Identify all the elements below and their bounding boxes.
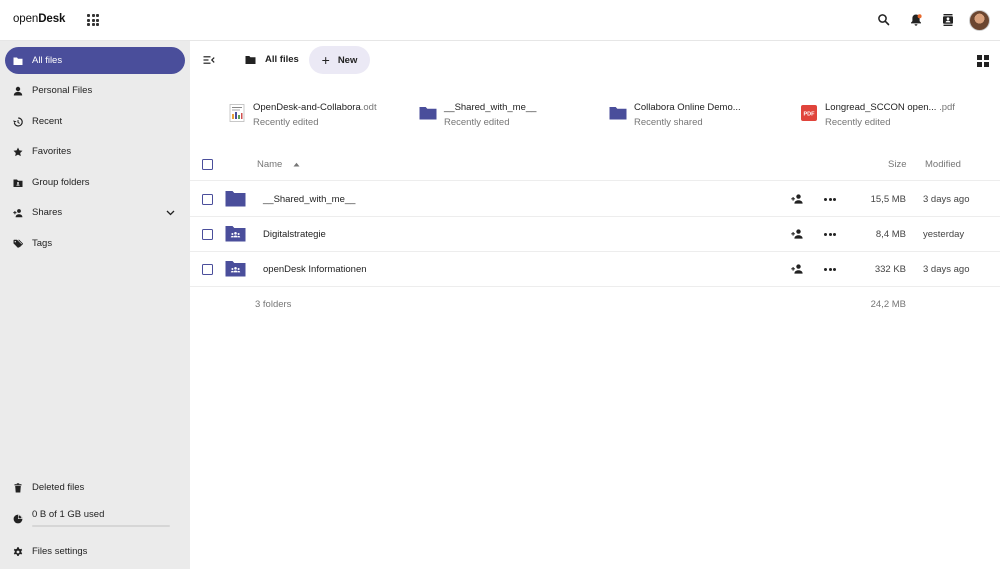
pdf-icon: PDF: [801, 105, 817, 121]
table-summary: 3 folders 24,2 MB: [190, 287, 1000, 312]
tag-icon: [13, 239, 23, 249]
file-name[interactable]: __Shared_with_me__: [263, 194, 355, 205]
breadcrumb[interactable]: All files: [245, 54, 299, 65]
chevron-down-icon[interactable]: [166, 208, 175, 219]
share-icon: [13, 208, 23, 218]
star-icon: [13, 147, 23, 157]
column-header-name[interactable]: Name: [257, 159, 300, 170]
svg-text:PDF: PDF: [804, 112, 816, 118]
recent-file-name: OpenDesk-and-Collabora.odt: [253, 102, 377, 113]
file-modified: yesterday: [923, 229, 965, 240]
quota-label: 0 B of 1 GB used: [32, 509, 105, 520]
sidebar-item-label: Personal Files: [32, 85, 93, 96]
sidebar-item-deleted-files[interactable]: Deleted files: [5, 474, 185, 501]
sidebar-item-personal-files[interactable]: Personal Files: [5, 77, 185, 104]
top-header: openDesk: [0, 0, 1000, 41]
sidebar-item-label: Deleted files: [32, 482, 85, 493]
gear-icon: [13, 546, 23, 557]
row-checkbox[interactable]: [202, 194, 213, 205]
file-modified: 3 days ago: [923, 264, 970, 275]
sidebar-item-group-folders[interactable]: Group folders: [5, 169, 185, 196]
select-all-checkbox[interactable]: [202, 159, 213, 170]
sidebar-item-label: Recent: [32, 116, 63, 127]
row-checkbox[interactable]: [202, 229, 213, 240]
file-name[interactable]: openDesk Informationen: [263, 264, 367, 275]
contacts-icon[interactable]: [941, 13, 955, 27]
summary-count: 3 folders: [255, 299, 292, 310]
recent-file-card[interactable]: Collabora Online Demo... Recently shared: [609, 101, 789, 131]
file-modified: 3 days ago: [923, 194, 970, 205]
column-header-modified[interactable]: Modified: [925, 159, 961, 170]
table-header: Name Size Modified: [190, 149, 1000, 181]
folder-icon: [245, 55, 256, 64]
group-folder-icon: [225, 261, 246, 277]
trash-icon: [13, 482, 23, 493]
recent-file-name: Longread_SCCON open... .pdf: [825, 102, 955, 113]
folder-icon: [419, 107, 437, 120]
share-icon[interactable]: [791, 229, 804, 239]
sidebar-item-label: Favorites: [32, 146, 72, 157]
toggle-sidebar-icon[interactable]: [203, 54, 215, 69]
pie-chart-icon: [13, 514, 23, 524]
new-button[interactable]: + New: [309, 46, 370, 74]
avatar[interactable]: [969, 10, 990, 31]
summary-size: 24,2 MB: [870, 299, 906, 310]
row-checkbox[interactable]: [202, 264, 213, 275]
plus-icon: +: [321, 52, 330, 68]
group-folder-icon: [13, 178, 23, 188]
sidebar-item-files-settings[interactable]: Files settings: [5, 538, 185, 565]
storage-quota[interactable]: 0 B of 1 GB used: [5, 505, 185, 532]
grid-view-icon[interactable]: [977, 55, 989, 67]
person-icon: [13, 86, 23, 96]
recent-file-card[interactable]: __Shared_with_me__ Recently edited: [419, 101, 599, 131]
main-content: All files + New OpenDesk-and-Collabora.o…: [190, 41, 1000, 569]
recent-file-status: Recently edited: [825, 117, 891, 128]
sidebar-item-tags[interactable]: Tags: [5, 230, 185, 257]
new-button-label: New: [337, 54, 358, 66]
table-row[interactable]: Digitalstrategie 8,4 MB yesterday: [190, 217, 1000, 252]
file-size: 332 KB: [874, 264, 906, 275]
recent-file-card[interactable]: PDF Longread_SCCON open... .pdf Recently…: [800, 101, 980, 131]
more-actions-icon[interactable]: [824, 233, 836, 236]
table-row[interactable]: __Shared_with_me__ 15,5 MB 3 days ago: [190, 182, 1000, 217]
share-icon[interactable]: [791, 264, 804, 274]
folder-icon: [13, 56, 23, 66]
more-actions-icon[interactable]: [824, 268, 836, 271]
sidebar-item-shares[interactable]: Shares: [5, 199, 185, 226]
recent-file-status: Recently edited: [253, 117, 319, 128]
recent-file-card[interactable]: OpenDesk-and-Collabora.odt Recently edit…: [228, 101, 408, 131]
file-name[interactable]: Digitalstrategie: [263, 229, 326, 240]
share-icon[interactable]: [791, 194, 804, 204]
column-header-size[interactable]: Size: [888, 159, 906, 170]
sidebar: All files Personal Files Recent Favorite…: [0, 41, 190, 569]
apps-grid-icon[interactable]: [87, 14, 99, 26]
group-folder-icon: [225, 226, 246, 242]
search-icon[interactable]: [877, 13, 891, 27]
sidebar-item-label: Group folders: [32, 177, 90, 188]
folder-icon: [225, 191, 246, 207]
sidebar-item-favorites[interactable]: Favorites: [5, 138, 185, 165]
file-size: 15,5 MB: [870, 194, 906, 205]
folder-icon: [609, 107, 627, 120]
recent-file-name: Collabora Online Demo...: [634, 102, 741, 113]
sidebar-item-all-files[interactable]: All files: [5, 47, 185, 74]
notifications-icon[interactable]: [909, 13, 923, 27]
recent-file-status: Recently shared: [634, 117, 703, 128]
sidebar-item-recent[interactable]: Recent: [5, 108, 185, 135]
document-thumbnail-icon: [229, 104, 245, 122]
sidebar-item-label: Shares: [32, 207, 63, 218]
sidebar-item-label: Tags: [32, 238, 53, 249]
breadcrumb-label: All files: [265, 54, 299, 65]
file-size: 8,4 MB: [875, 229, 906, 240]
quota-progress-bar: [32, 525, 170, 527]
recent-file-name: __Shared_with_me__: [444, 102, 537, 113]
table-row[interactable]: openDesk Informationen 332 KB 3 days ago: [190, 252, 1000, 287]
sidebar-item-label: Files settings: [32, 546, 88, 557]
recent-file-status: Recently edited: [444, 117, 510, 128]
app-logo[interactable]: openDesk: [13, 13, 65, 25]
more-actions-icon[interactable]: [824, 198, 836, 201]
sort-ascending-icon: [293, 162, 300, 167]
sidebar-item-label: All files: [32, 55, 63, 66]
history-icon: [13, 116, 23, 127]
